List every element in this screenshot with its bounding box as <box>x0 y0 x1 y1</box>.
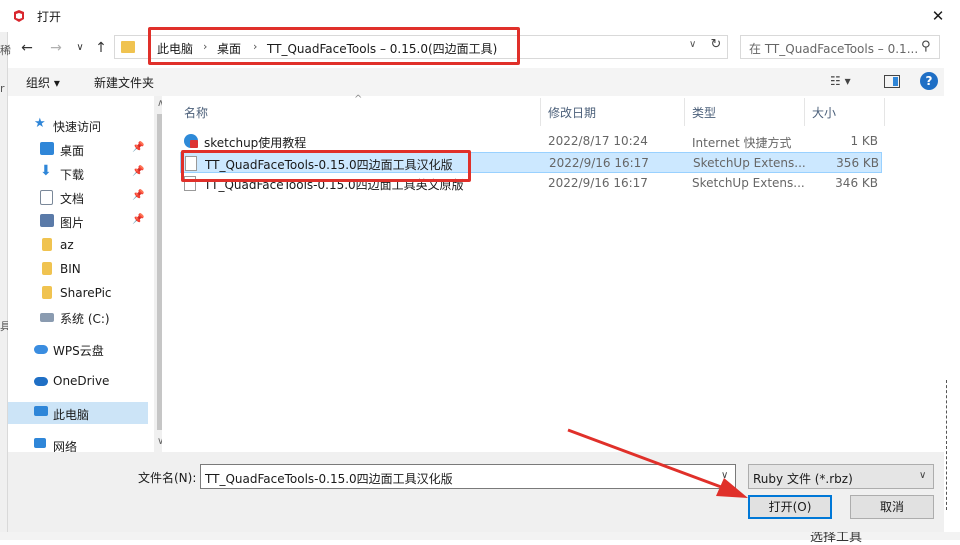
column-header-name[interactable]: 名称 <box>184 104 208 121</box>
column-header-date[interactable]: 修改日期 <box>548 104 596 121</box>
annotation-highlight-file <box>181 150 471 182</box>
window-title: 打开 <box>37 10 62 24</box>
star-icon: ★ <box>34 116 46 131</box>
file-type: SketchUp Extens... <box>693 156 806 170</box>
sidebar-item-quick-access[interactable]: ★ 快速访问 <box>8 114 148 136</box>
folder-icon <box>42 262 52 275</box>
command-toolbar: 组织 ▾ 新建文件夹 ☷ ▾ ? <box>8 68 944 96</box>
cloud-icon <box>34 345 48 354</box>
folder-icon <box>121 41 135 53</box>
sidebar-item-label: 下载 <box>60 168 85 182</box>
search-icon[interactable]: ⚲ <box>921 39 931 54</box>
sidebar-item-this-pc[interactable]: 此电脑 <box>8 402 148 424</box>
file-size: 346 KB <box>835 176 878 190</box>
preview-pane-icon[interactable] <box>884 75 900 88</box>
column-divider[interactable] <box>804 98 805 126</box>
recent-locations-button[interactable]: ∨ <box>70 38 90 58</box>
pin-icon: 📌 <box>132 166 145 177</box>
address-dropdown-icon[interactable]: ∨ <box>689 39 696 50</box>
sidebar-item-documents[interactable]: 文档 📌 <box>8 186 148 208</box>
column-divider[interactable] <box>684 98 685 126</box>
sidebar-item-az[interactable]: az <box>8 234 148 256</box>
document-icon <box>40 190 53 205</box>
column-divider[interactable] <box>540 98 541 126</box>
file-date: 2022/9/16 16:17 <box>549 156 649 170</box>
navigation-pane: ★ 快速访问 桌面 📌 ⬇ 下载 📌 文档 📌 图片 📌 az BIN Shar… <box>8 96 170 454</box>
filetype-select[interactable]: Ruby 文件 (*.rbz) ∨ <box>748 464 934 489</box>
table-row[interactable]: sketchup使用教程 2022/8/17 10:24 Internet 快捷… <box>180 131 882 152</box>
organize-menu[interactable]: 组织 ▾ <box>26 74 60 91</box>
help-icon[interactable]: ? <box>920 72 938 90</box>
folder-icon <box>42 238 52 251</box>
drive-icon <box>40 313 54 322</box>
filename-label: 文件名(N): <box>138 471 197 485</box>
file-size: 356 KB <box>836 156 879 170</box>
sidebar-item-wps-cloud[interactable]: WPS云盘 <box>8 338 148 360</box>
sidebar-item-pictures[interactable]: 图片 📌 <box>8 210 148 232</box>
download-icon: ⬇ <box>40 163 52 179</box>
background-char: r <box>0 82 5 95</box>
open-button[interactable]: 打开(O) <box>748 495 832 519</box>
change-view-icon[interactable]: ☷ ▾ <box>830 74 851 88</box>
refresh-button[interactable]: ↻ <box>707 37 725 57</box>
back-button[interactable]: ← <box>17 38 37 58</box>
sketchup-app-icon <box>14 10 24 22</box>
sidebar-item-label: WPS云盘 <box>53 344 104 358</box>
sidebar-item-label: 图片 <box>60 216 85 230</box>
annotation-highlight-address <box>148 27 520 65</box>
desktop-icon <box>40 142 54 155</box>
pin-icon: 📌 <box>132 190 145 201</box>
chevron-down-icon[interactable]: ∨ <box>919 470 926 481</box>
sidebar-item-onedrive[interactable]: OneDrive <box>8 370 148 392</box>
background-app-edge: 稀 r 具 <box>0 28 11 540</box>
background-char: 稀 <box>0 44 11 57</box>
sidebar-item-sharepic[interactable]: SharePic <box>8 282 148 304</box>
file-type: Internet 快捷方式 <box>692 136 792 150</box>
search-box[interactable]: 在 TT_QuadFaceTools – 0.1... ⚲ <box>740 35 940 59</box>
column-header-type[interactable]: 类型 <box>692 104 716 121</box>
sidebar-item-label: 此电脑 <box>53 408 90 422</box>
search-placeholder: 在 TT_QuadFaceTools – 0.1... <box>749 42 919 56</box>
cancel-button[interactable]: 取消 <box>850 495 934 519</box>
sidebar-item-label: az <box>60 238 74 252</box>
sidebar-item-label: BIN <box>60 262 81 276</box>
sidebar-item-label: 快速访问 <box>53 120 102 134</box>
pin-icon: 📌 <box>132 142 145 153</box>
network-icon <box>34 438 46 448</box>
sidebar-item-label: SharePic <box>60 286 112 300</box>
file-date: 2022/9/16 16:17 <box>548 176 648 190</box>
forward-button[interactable]: → <box>46 38 66 58</box>
background-dashed-line <box>946 380 960 510</box>
pictures-icon <box>40 214 54 227</box>
pin-icon: 📌 <box>132 214 145 225</box>
file-date: 2022/8/17 10:24 <box>548 134 648 148</box>
sort-indicator-icon: ^ <box>354 94 363 105</box>
column-divider[interactable] <box>884 98 885 126</box>
close-button[interactable]: ✕ <box>926 4 950 28</box>
chevron-down-icon[interactable]: ∨ <box>721 470 728 481</box>
up-button[interactable]: ↑ <box>91 38 111 58</box>
sidebar-item-bin[interactable]: BIN <box>8 258 148 280</box>
sidebar-item-downloads[interactable]: ⬇ 下载 📌 <box>8 162 148 184</box>
sidebar-item-label: 系统 (C:) <box>60 312 110 326</box>
sidebar-item-desktop[interactable]: 桌面 📌 <box>8 138 148 160</box>
sidebar-item-drive-c[interactable]: 系统 (C:) <box>8 306 148 328</box>
computer-icon <box>34 406 48 416</box>
file-name: sketchup使用教程 <box>204 136 307 150</box>
filename-input[interactable]: TT_QuadFaceTools-0.15.0四边面工具汉化版 ∨ <box>200 464 736 489</box>
sidebar-item-label: 桌面 <box>60 144 85 158</box>
filename-value[interactable]: TT_QuadFaceTools-0.15.0四边面工具汉化版 <box>205 470 453 487</box>
cloud-icon <box>34 377 48 386</box>
web-shortcut-icon <box>184 134 198 148</box>
dialog-footer: 文件名(N): TT_QuadFaceTools-0.15.0四边面工具汉化版 … <box>8 452 944 532</box>
sidebar-item-label: OneDrive <box>53 374 110 388</box>
file-size: 1 KB <box>850 134 878 148</box>
new-folder-button[interactable]: 新建文件夹 <box>94 74 154 91</box>
folder-icon <box>42 286 52 299</box>
filetype-value: Ruby 文件 (*.rbz) <box>753 472 853 486</box>
column-header-size[interactable]: 大小 <box>812 104 836 121</box>
sidebar-item-label: 文档 <box>60 192 85 206</box>
file-type: SketchUp Extens... <box>692 176 805 190</box>
